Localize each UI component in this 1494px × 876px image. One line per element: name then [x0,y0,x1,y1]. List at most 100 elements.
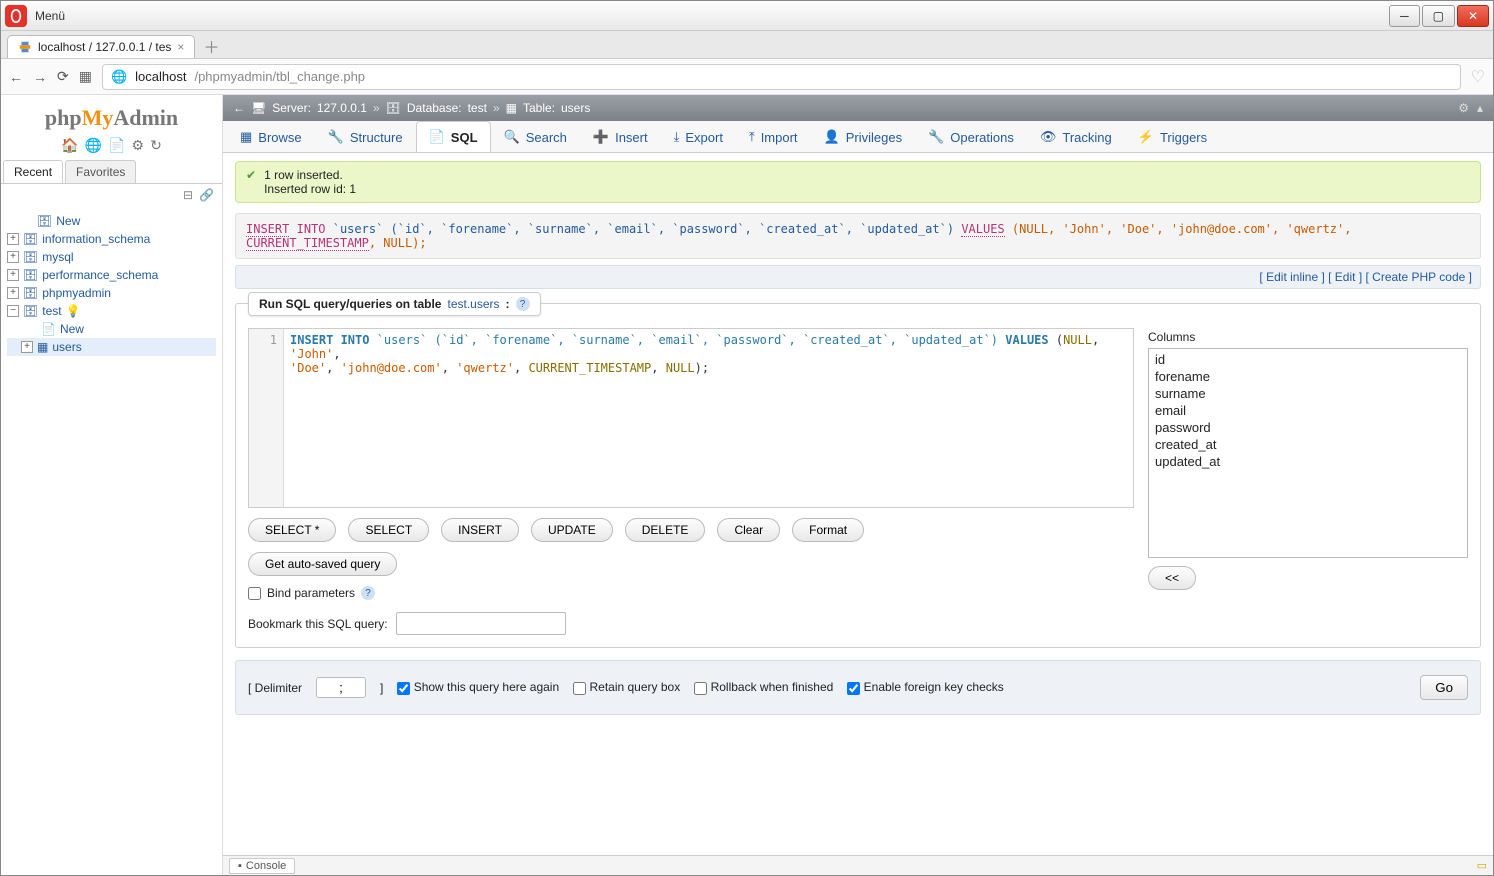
tree-table[interactable]: +▦users [7,338,216,356]
tree-new-table[interactable]: 📄New [7,320,216,338]
column-item[interactable]: created_at [1153,436,1463,453]
speed-dial-button[interactable]: ▦ [79,68,92,85]
opera-app-button[interactable] [5,5,27,27]
bookmark-input[interactable] [396,612,566,635]
edit-link[interactable]: Edit [1335,270,1356,284]
column-item[interactable]: email [1153,402,1463,419]
column-item[interactable]: forename [1153,368,1463,385]
pma-tabs: ▦Browse 🔧Structure 📄SQL 🔍Search ➕Insert … [223,121,1493,153]
back-button[interactable]: ← [9,69,23,85]
column-item[interactable]: id [1153,351,1463,368]
tab-import[interactable]: ⤒Import [736,121,811,152]
tree-db[interactable]: +🗄performance_schema [7,266,216,284]
bc-server[interactable]: 127.0.0.1 [317,101,367,115]
bc-database[interactable]: test [468,101,487,115]
delimiter-input[interactable] [316,677,366,698]
console-icon: ▪ [238,860,242,872]
select-button[interactable]: SELECT [348,518,429,542]
collapse-icon[interactable]: ▴ [1477,101,1483,115]
tab-structure[interactable]: 🔧Structure [315,121,416,152]
retain-checkbox[interactable] [573,682,586,695]
new-tab-button[interactable]: ＋ [203,34,219,58]
columns-list[interactable]: id forename surname email password creat… [1148,348,1468,558]
tab-triggers[interactable]: ⚡Triggers [1125,121,1220,152]
docs-icon[interactable]: 📄 [108,137,125,154]
menu-label[interactable]: Menü [35,9,65,23]
logout-icon[interactable]: 🌐 [85,137,102,154]
bc-table[interactable]: users [561,101,590,115]
delete-button[interactable]: DELETE [625,518,706,542]
expander-icon[interactable]: + [7,287,19,299]
db-tree: 🗄New +🗄information_schema +🗄mysql +🗄perf… [1,206,222,362]
check-icon: ✔ [246,168,256,182]
link-icon[interactable]: 🔗 [199,188,214,202]
console-toggle[interactable]: ▪Console [229,858,295,874]
fk-checkbox[interactable] [847,682,860,695]
editor-body[interactable]: INSERT INTO `users` (`id`, `forename`, `… [284,329,1133,507]
tab-browse[interactable]: ▦Browse [227,121,315,152]
column-item[interactable]: surname [1153,385,1463,402]
bookmark-heart-icon[interactable]: ♡ [1471,67,1485,87]
browser-tab-active[interactable]: localhost / 127.0.0.1 / tes × [7,35,195,58]
db-icon: 🗄 [23,232,38,246]
expander-icon[interactable]: + [21,341,33,353]
gear-icon[interactable]: ⚙ [1458,101,1469,115]
tree-new[interactable]: 🗄New [7,212,216,230]
reload-button[interactable]: ⟳ [57,68,69,85]
browse-icon: ▦ [240,129,252,145]
expander-icon[interactable]: + [7,269,19,281]
show-again-checkbox[interactable] [397,682,410,695]
home-icon[interactable]: 🏠 [61,137,78,154]
minimize-button[interactable]: ─ [1389,5,1420,27]
export-icon: ⤓ [674,129,680,145]
insert-column-button[interactable]: << [1148,566,1196,590]
help-icon[interactable]: ? [516,297,530,311]
tab-insert[interactable]: ➕Insert [580,121,661,152]
clear-button[interactable]: Clear [717,518,780,542]
sql-editor[interactable]: 1 INSERT INTO `users` (`id`, `forename`,… [248,328,1134,508]
column-item[interactable]: updated_at [1153,453,1463,470]
maximize-button[interactable]: ▢ [1422,5,1455,27]
go-button[interactable]: Go [1420,675,1468,700]
db-icon: 🗄 [23,268,38,282]
update-button[interactable]: UPDATE [531,518,613,542]
tree-db-open[interactable]: −🗄test 💡 [7,302,216,320]
create-php-link[interactable]: Create PHP code [1372,270,1465,284]
tree-db[interactable]: +🗄information_schema [7,230,216,248]
column-item[interactable]: password [1153,419,1463,436]
pma-sidebar: phpMyAdmin 🏠 🌐 📄 ⚙ ↻ Recent Favorites ⊟ … [1,95,223,875]
tab-tracking[interactable]: 👁Tracking [1027,121,1125,152]
expander-icon[interactable]: − [7,305,19,317]
collapse-all-icon[interactable]: ⊟ [183,188,193,202]
table-icon: ▦ [37,340,48,354]
tab-operations[interactable]: 🔧Operations [915,121,1027,152]
settings-icon[interactable]: ⚙ [132,137,145,154]
tab-close-icon[interactable]: × [177,40,184,54]
help-icon[interactable]: ? [361,586,375,600]
format-button[interactable]: Format [792,518,864,542]
expander-icon[interactable]: + [7,233,19,245]
get-autosaved-button[interactable]: Get auto-saved query [248,552,397,576]
tab-search[interactable]: 🔍Search [491,121,580,152]
close-button[interactable]: ✕ [1457,5,1489,27]
expander-icon[interactable]: + [7,251,19,263]
expand-console-icon[interactable]: ▭ [1477,859,1487,872]
url-field[interactable]: 🌐 localhost/phpmyadmin/tbl_change.php [102,64,1461,90]
bind-params-checkbox[interactable] [248,587,261,600]
sidebar-tab-favorites[interactable]: Favorites [65,160,136,183]
forward-button[interactable]: → [33,69,47,85]
querybox-table-link[interactable]: test.users [447,297,499,311]
reload-nav-icon[interactable]: ↻ [150,137,162,154]
database-icon: 🗄 [386,101,401,115]
rollback-checkbox[interactable] [694,682,707,695]
tab-export[interactable]: ⤓Export [661,121,736,152]
edit-inline-link[interactable]: Edit inline [1266,270,1318,284]
back-nav-icon[interactable]: ← [233,101,245,115]
insert-button[interactable]: INSERT [441,518,519,542]
tab-sql[interactable]: 📄SQL [416,121,491,152]
tree-db[interactable]: +🗄mysql [7,248,216,266]
sidebar-tab-recent[interactable]: Recent [3,160,63,183]
select-star-button[interactable]: SELECT * [248,518,336,542]
tree-db[interactable]: +🗄phpmyadmin [7,284,216,302]
tab-privileges[interactable]: 👤Privileges [811,121,916,152]
